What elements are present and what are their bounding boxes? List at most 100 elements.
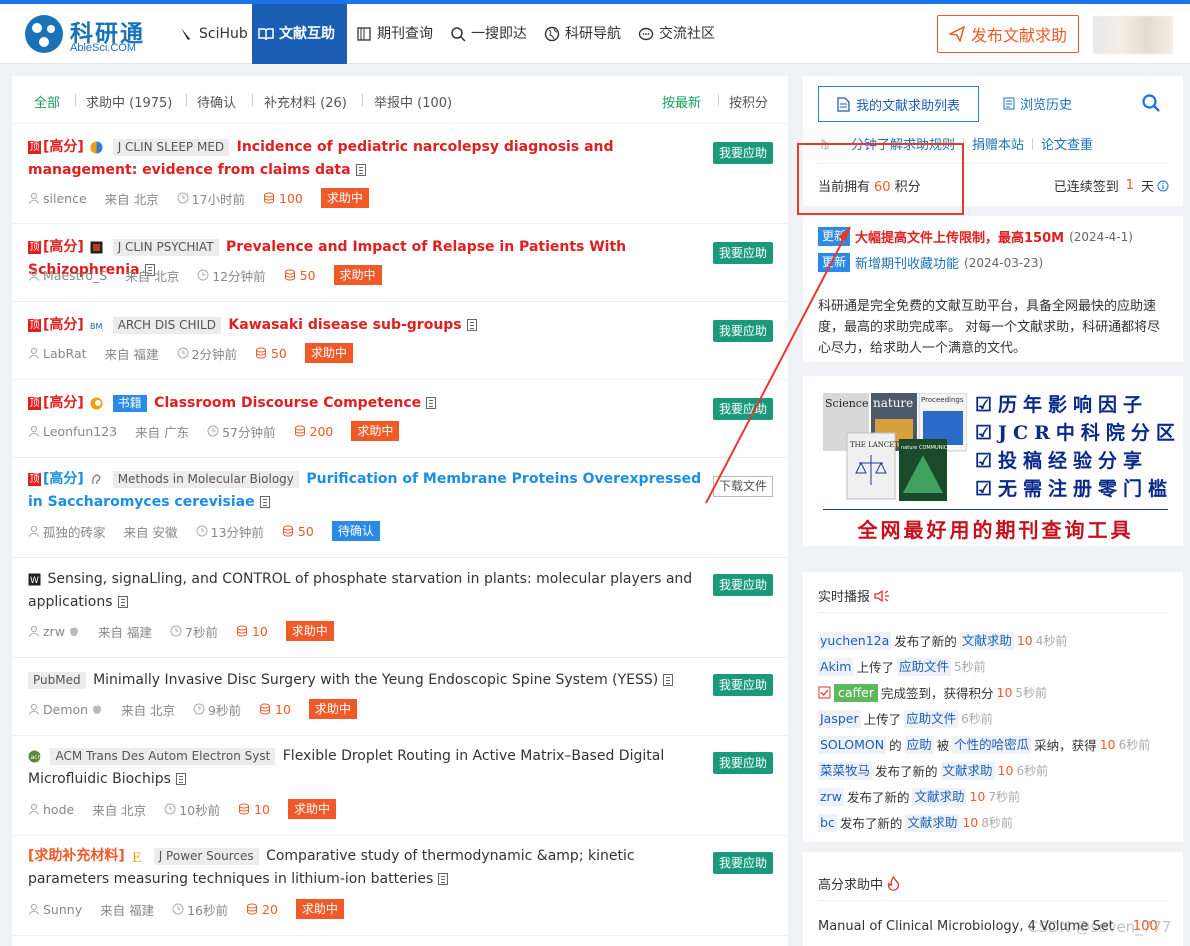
live-target[interactable]: 文献求助 xyxy=(905,813,960,832)
update-text: 新增期刊收藏功能 xyxy=(855,257,960,272)
copy-icon[interactable] xyxy=(438,873,449,885)
info-icon[interactable] xyxy=(1157,180,1169,192)
request-item: W Sensing, signaLling, and CONTROL of ph… xyxy=(12,558,788,658)
live-acceptor[interactable]: 个性的哈密瓜 xyxy=(952,735,1032,754)
update-item[interactable]: 更新 大幅提高文件上传限制，最高150M (2024-4-1) xyxy=(818,227,1133,246)
journal-tag: J CLIN PSYCHIAT xyxy=(112,238,219,256)
copy-icon[interactable] xyxy=(259,496,270,508)
reply-button[interactable]: 我要应助 xyxy=(713,752,773,774)
request-points-value: 50 xyxy=(299,267,316,283)
requester-name: 孤独的砖家 xyxy=(43,524,106,540)
filter-seeking[interactable]: 求助中 (1975) xyxy=(86,92,172,111)
live-user[interactable]: caffer xyxy=(834,683,878,702)
update-date: (2024-03-23) xyxy=(964,255,1044,270)
requester[interactable]: Leonfun123 xyxy=(28,424,117,439)
reply-button[interactable]: 我要应助 xyxy=(713,574,773,596)
update-text: 大幅提高文件上传限制，最高150M xyxy=(855,231,1065,246)
live-target[interactable]: 文献求助 xyxy=(940,761,995,780)
request-time: 12分钟前 xyxy=(197,266,266,285)
live-target[interactable]: 应助文件 xyxy=(904,709,959,728)
live-user[interactable]: bc xyxy=(818,813,837,832)
filter-all[interactable]: 全部 xyxy=(34,92,60,111)
journal-tag: ACM Trans Des Autom Electron Syst xyxy=(50,747,276,765)
nav-quick-search[interactable]: 一搜即达 xyxy=(444,4,533,64)
nav-journal-query[interactable]: 期刊查询 xyxy=(350,4,439,64)
journal-tool-ad[interactable]: Science nature Proceedings THE LANCET na… xyxy=(803,376,1183,546)
copy-icon[interactable] xyxy=(175,773,186,785)
requester[interactable]: LabRat xyxy=(28,346,87,361)
svg-text:W: W xyxy=(30,576,39,586)
my-requests-button[interactable]: 我的文献求助列表 xyxy=(818,86,979,122)
requester[interactable]: hode xyxy=(28,802,74,817)
request-meta: Maestro_S 来自 北京 12分钟前 50 求助中 xyxy=(28,265,400,285)
live-user[interactable]: Jasper xyxy=(818,709,861,728)
filter-supplement[interactable]: 补充材料 (26) xyxy=(264,92,347,111)
live-target[interactable]: 文献求助 xyxy=(912,787,967,806)
copy-icon[interactable] xyxy=(663,674,674,686)
request-location: 来自 福建 xyxy=(100,902,155,918)
requester[interactable]: 孤独的砖家 xyxy=(28,522,106,541)
request-time-text: 12分钟前 xyxy=(212,268,266,284)
copy-icon[interactable] xyxy=(355,164,366,176)
cover-nature: nature xyxy=(873,396,913,410)
globe-icon xyxy=(544,26,560,42)
nav-community[interactable]: 交流社区 xyxy=(632,4,721,64)
request-meta: zrw 来自 福建 7秒前 10 求助中 xyxy=(28,621,352,641)
request-title[interactable]: Sensing, signaLling, and CONTROL of phos… xyxy=(28,571,692,610)
request-title-line: 顶[高分] BMJ ARCH DIS CHILD Kawasaki diseas… xyxy=(28,314,708,337)
filter-reporting[interactable]: 举报中 (100) xyxy=(374,92,452,111)
copy-icon[interactable] xyxy=(117,596,128,608)
donate-link[interactable]: 捐赠本站 xyxy=(972,134,1024,153)
live-user[interactable]: 菜菜牧马 xyxy=(818,761,873,780)
reply-button[interactable]: 我要应助 xyxy=(713,142,773,164)
user-avatar[interactable] xyxy=(1093,16,1173,54)
plagiarism-check-link[interactable]: 论文查重 xyxy=(1041,134,1093,153)
reply-button[interactable]: 我要应助 xyxy=(713,674,773,696)
sort-latest[interactable]: 按最新 xyxy=(662,92,701,111)
ad-feature: ☑无需注册零门槛 xyxy=(975,478,1174,500)
live-user[interactable]: zrw xyxy=(818,787,844,806)
live-action: 上传了 xyxy=(856,660,894,675)
annotation-arrow xyxy=(705,226,851,504)
update-date: (2024-4-1) xyxy=(1069,229,1133,244)
live-target[interactable]: 应助文件 xyxy=(896,657,951,676)
live-user[interactable]: SOLOMON xyxy=(818,735,887,754)
live-target[interactable]: 应助 xyxy=(904,735,934,754)
live-item: SOLOMON 的 应助 被 个性的哈密瓜 采纳，获得 10 6秒前 xyxy=(818,735,1150,754)
fire-icon xyxy=(887,876,900,891)
publish-request-button[interactable]: 发布文献求助 xyxy=(937,15,1079,53)
coins-icon xyxy=(284,269,295,281)
copy-icon[interactable] xyxy=(426,397,437,409)
copy-icon[interactable] xyxy=(466,319,477,331)
sort-points[interactable]: 按积分 xyxy=(729,92,768,111)
requester[interactable]: Sunny xyxy=(28,902,82,917)
pinned-badge: 顶 xyxy=(28,472,41,486)
live-user[interactable]: Akim xyxy=(818,657,854,676)
site-logo[interactable]: 科研通 AbleSci.COM xyxy=(24,12,149,58)
live-target[interactable]: 文献求助 xyxy=(959,631,1014,650)
nav-scihub[interactable]: SciHub xyxy=(172,4,254,64)
browse-history-link[interactable]: 浏览历史 xyxy=(1003,94,1072,113)
request-title[interactable]: Classroom Discourse Competence xyxy=(154,395,421,411)
reply-button[interactable]: 我要应助 xyxy=(713,852,773,874)
request-list-panel: 全部 求助中 (1975) 待确认 补充材料 (26) 举报中 (100) 按最… xyxy=(12,76,788,946)
requester[interactable]: Demon xyxy=(28,702,103,717)
signin-suffix: 天 xyxy=(1140,180,1154,195)
publish-label: 发布文献求助 xyxy=(970,26,1067,45)
user-icon xyxy=(28,525,40,537)
request-time: 7秒前 xyxy=(170,622,218,641)
requester[interactable]: Maestro_S xyxy=(28,268,107,283)
nav-research-guide[interactable]: 科研导航 xyxy=(538,4,627,64)
coins-icon xyxy=(294,425,305,437)
live-user[interactable]: yuchen12a xyxy=(818,631,892,650)
clock-icon xyxy=(196,525,207,537)
nav-literature-help[interactable]: 文献互助 xyxy=(252,4,347,64)
request-title[interactable]: Minimally Invasive Disc Surgery with the… xyxy=(93,672,658,688)
search-icon[interactable] xyxy=(1141,93,1161,113)
request-title[interactable]: Kawasaki disease sub-groups xyxy=(228,317,461,333)
filter-pending[interactable]: 待确认 xyxy=(197,92,236,111)
requester[interactable]: silence xyxy=(28,191,87,206)
request-meta: LabRat 来自 福建 2分钟前 50 求助中 xyxy=(28,343,371,363)
requester[interactable]: zrw xyxy=(28,624,80,639)
clock-icon xyxy=(177,192,189,204)
